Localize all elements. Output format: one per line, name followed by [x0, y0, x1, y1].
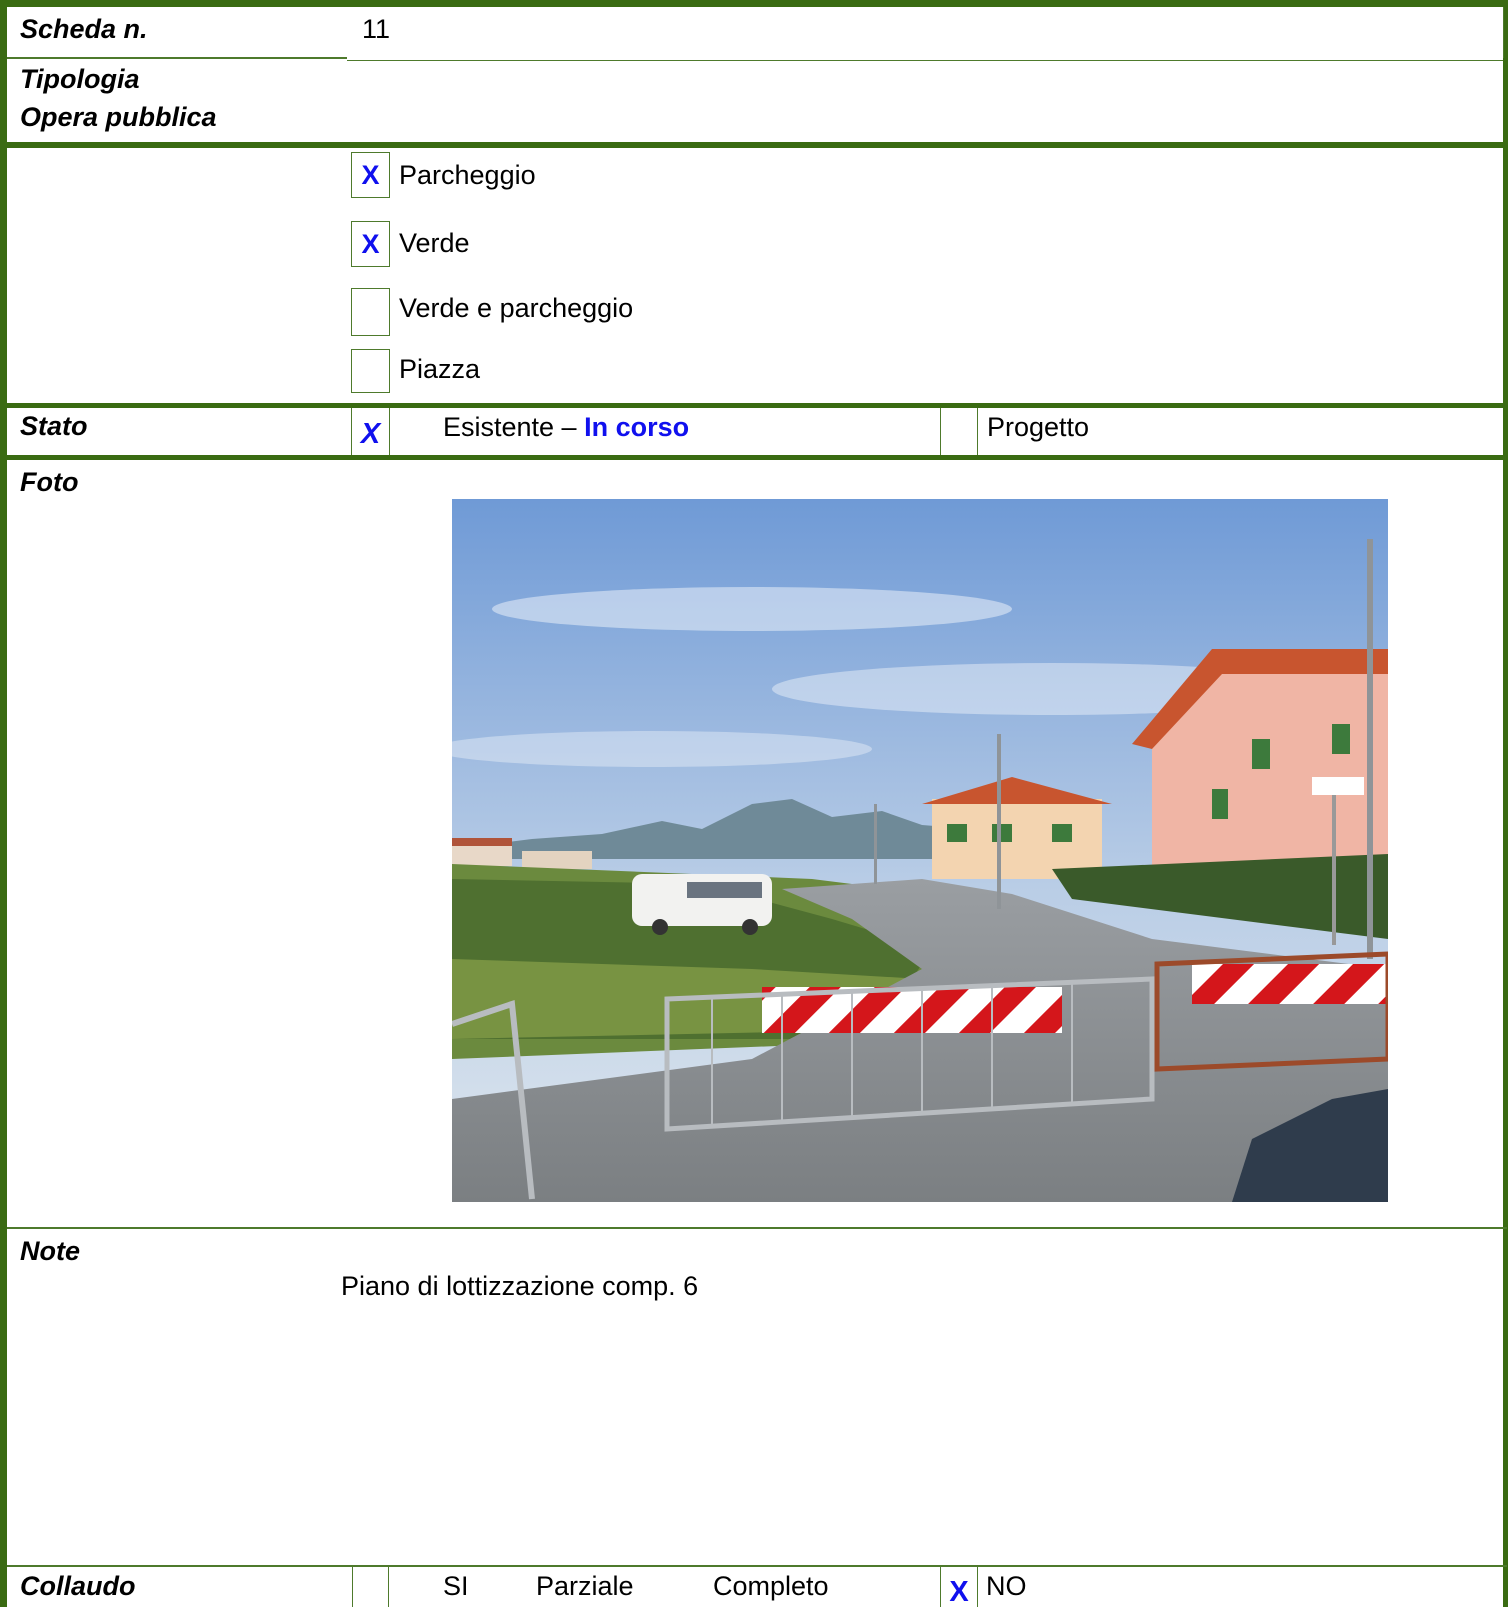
checkbox-mark: X	[361, 229, 380, 259]
checkbox-mark: X	[361, 160, 380, 190]
opera-pubblica-label: Opera pubblica	[20, 102, 217, 132]
scheda-number: 11	[362, 14, 391, 44]
no-checkbox[interactable]: X	[941, 1569, 977, 1608]
completo-label: Completo	[713, 1571, 829, 1601]
checkbox-mark	[352, 350, 389, 392]
option-verde-label: Verde	[399, 228, 470, 258]
si-label: SI	[443, 1571, 469, 1601]
progetto-checkbox[interactable]	[941, 408, 977, 454]
note-label: Note	[20, 1236, 80, 1266]
checkbox-verde-e-parcheggio[interactable]	[351, 288, 390, 336]
collaudo-label: Collaudo	[20, 1571, 136, 1601]
note-text: Piano di lottizzazione comp. 6	[341, 1271, 699, 1301]
scheda-divider-right	[347, 60, 1503, 61]
checkbox-verde[interactable]: X	[351, 221, 390, 267]
checkbox-parcheggio[interactable]: X	[351, 152, 390, 198]
scheda-label: Scheda n.	[20, 14, 148, 44]
scheda-divider-left	[7, 57, 347, 59]
option-piazza-label: Piazza	[399, 354, 481, 384]
collaudo-cell-divider-2	[388, 1567, 389, 1607]
esistente-label: Esistente – In corso	[443, 409, 689, 445]
stato-top-divider	[7, 403, 1507, 408]
stato-cell-divider-4	[977, 408, 978, 455]
parziale-label: Parziale	[536, 1571, 634, 1601]
esistente-checkbox[interactable]: X	[352, 410, 389, 454]
collaudo-top-divider	[7, 1565, 1507, 1567]
frame-left	[0, 0, 7, 1607]
option-parcheggio-label: Parcheggio	[399, 160, 536, 190]
tipologia-divider	[7, 142, 1507, 148]
checkbox-mark	[352, 289, 389, 335]
stato-cell-divider-2	[389, 408, 390, 455]
tipologia-label: Tipologia	[20, 64, 140, 94]
stato-bottom-divider	[7, 455, 1507, 460]
no-label: NO	[986, 1571, 1027, 1601]
progetto-label: Progetto	[987, 412, 1090, 442]
collaudo-cell-divider-4	[977, 1567, 978, 1607]
scheda-right-edge	[1503, 7, 1504, 58]
checkbox-piazza[interactable]	[351, 349, 390, 393]
foto-label: Foto	[20, 467, 79, 497]
site-photo	[452, 499, 1388, 1202]
frame-top	[0, 0, 1508, 7]
esistente-text: Esistente –	[443, 412, 577, 442]
stato-label: Stato	[20, 411, 88, 441]
si-checkbox[interactable]	[353, 1567, 388, 1607]
note-top-divider	[7, 1227, 1507, 1229]
in-corso-text: In corso	[584, 412, 690, 442]
option-verde-e-parcheggio-label: Verde e parcheggio	[399, 293, 634, 323]
frame-right	[1503, 0, 1508, 1607]
